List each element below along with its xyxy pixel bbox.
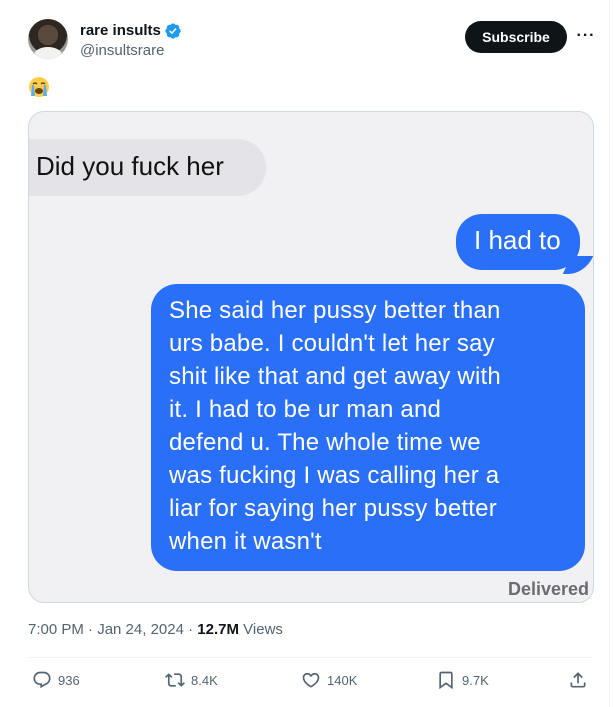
message-line: urs babe. I couldn't let her say: [169, 330, 495, 357]
loudly-crying-face-icon: [29, 77, 49, 97]
more-options-icon[interactable]: ···: [574, 22, 598, 50]
message-line: was fucking I was calling her a: [169, 462, 500, 489]
bookmark-icon: [439, 671, 453, 690]
column-border: [609, 0, 610, 707]
share-icon: [570, 672, 586, 688]
received-message-text: Did you fuck her: [36, 151, 224, 181]
verified-badge-icon: [165, 23, 181, 39]
tweet-image[interactable]: Did you fuck her I had to She said her p…: [28, 111, 594, 603]
meta-separator: ·: [183, 621, 198, 638]
author-handle[interactable]: @insultsrare: [80, 42, 164, 60]
subscribe-button[interactable]: Subscribe: [465, 21, 567, 53]
reply-icon: [33, 671, 51, 689]
author-name[interactable]: rare insults: [80, 22, 161, 40]
bookmark-count: 9.7K: [462, 672, 489, 688]
sent-message-text: I had to: [474, 225, 561, 255]
delivered-status: Delivered: [507, 579, 589, 599]
message-line: liar for saying her pussy better: [169, 495, 497, 522]
sent-message-bubble-long: She said her pussy better than urs babe.…: [151, 284, 585, 571]
divider: [28, 657, 592, 658]
timestamp[interactable]: 7:00 PM · Jan 24, 2024: [28, 621, 184, 638]
sent-message-bubble: I had to: [456, 214, 580, 270]
repost-icon: [165, 673, 185, 687]
message-line: shit like that and get away with: [169, 363, 501, 390]
heart-icon: [302, 672, 320, 688]
message-line: it. I had to be ur man and: [169, 396, 442, 423]
message-line: defend u. The whole time we: [169, 429, 481, 456]
views-label: Views: [243, 621, 283, 638]
message-line: She said her pussy better than: [169, 297, 501, 324]
reply-button[interactable]: 936: [32, 668, 80, 692]
share-button[interactable]: [568, 668, 588, 692]
avatar[interactable]: [28, 19, 68, 59]
reply-count: 936: [58, 672, 80, 688]
bookmark-button[interactable]: 9.7K: [436, 668, 489, 692]
repost-button[interactable]: 8.4K: [165, 668, 218, 692]
tweet-meta: 7:00 PM · Jan 24, 2024 · 12.7M Views: [28, 620, 283, 640]
like-count: 140K: [327, 672, 358, 688]
like-button[interactable]: 140K: [301, 668, 357, 692]
message-line: when it wasn't: [169, 528, 322, 555]
views-count: 12.7M: [197, 621, 239, 638]
repost-count: 8.4K: [191, 672, 218, 688]
received-message-bubble: Did you fuck her: [29, 139, 266, 196]
